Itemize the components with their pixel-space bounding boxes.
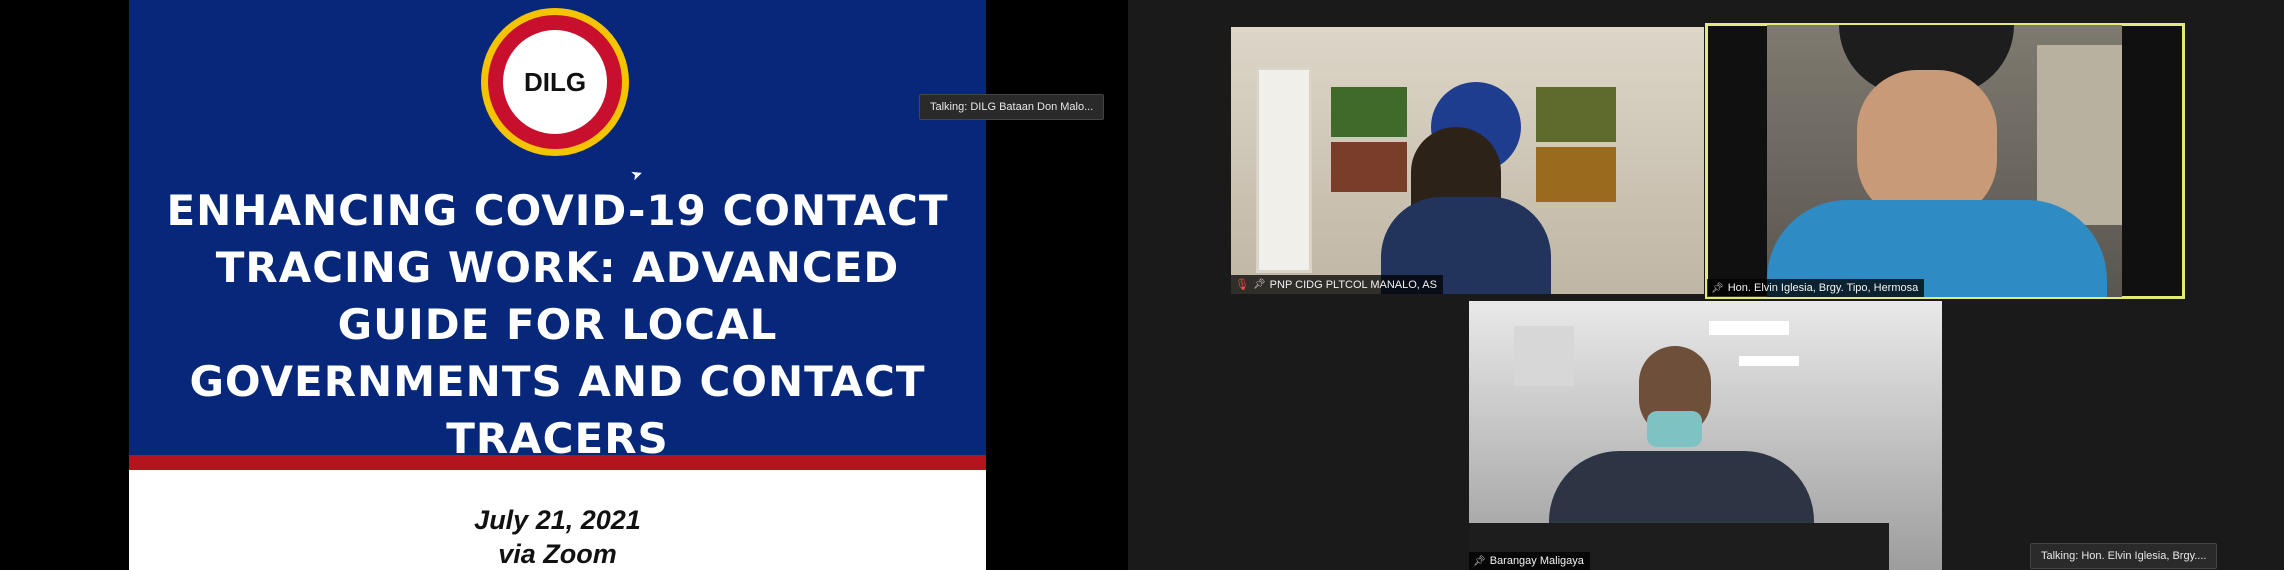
pin-icon: 📌︎ bbox=[1252, 279, 1266, 290]
window-backdrop bbox=[1256, 67, 1312, 273]
participant-name-tag: 📌︎ Barangay Maligaya bbox=[1469, 552, 1590, 570]
pin-icon: 📌︎ bbox=[1711, 282, 1724, 294]
participant-name-tag: 🎙︎ 📌︎ PNP CIDG PLTCOL MANALO, AS bbox=[1231, 275, 1443, 294]
face-mask bbox=[1647, 411, 1702, 447]
video-tile-barangay-maligaya[interactable]: 📌︎ Barangay Maligaya bbox=[1469, 301, 1942, 570]
participant-name: PNP CIDG PLTCOL MANALO, AS bbox=[1269, 278, 1437, 291]
shared-screen: DILG ENHANCING COVID-19 CONTACT TRACING … bbox=[0, 0, 1128, 570]
slide-date: July 21, 2021 bbox=[474, 505, 641, 535]
video-tile-pnp-cidg[interactable]: 🎙︎ 📌︎ PNP CIDG PLTCOL MANALO, AS bbox=[1231, 27, 1704, 294]
mic-muted-icon: 🎙︎ bbox=[1235, 279, 1249, 291]
slide-title: ENHANCING COVID-19 CONTACT TRACING WORK:… bbox=[166, 186, 949, 463]
pin-icon: 📌︎ bbox=[1473, 555, 1486, 567]
gallery-view: 🎙︎ 📌︎ PNP CIDG PLTCOL MANALO, AS 📌︎ Hon.… bbox=[1128, 0, 2284, 570]
presentation-slide: DILG ENHANCING COVID-19 CONTACT TRACING … bbox=[129, 0, 986, 570]
participant-face bbox=[1857, 70, 1997, 220]
painting-backdrop bbox=[1331, 87, 1407, 137]
participant-name: Barangay Maligaya bbox=[1489, 555, 1584, 567]
slide-venue: via Zoom bbox=[498, 539, 617, 569]
talking-indicator-share: Talking: DILG Bataan Don Malo... bbox=[919, 94, 1105, 120]
participant-name: Hon. Elvin Iglesia, Brgy. Tipo, Hermosa bbox=[1727, 282, 1919, 294]
dilg-seal-logo: DILG bbox=[481, 8, 629, 156]
participant-name-tag: 📌︎ Hon. Elvin Iglesia, Brgy. Tipo, Hermo… bbox=[1707, 279, 1925, 297]
aircon-unit bbox=[1514, 326, 1574, 386]
talking-indicator-gallery: Talking: Hon. Elvin Iglesia, Brgy.... bbox=[2030, 543, 2218, 569]
seal-logo-text: DILG bbox=[503, 30, 607, 134]
video-tile-elvin-iglesia[interactable]: 📌︎ Hon. Elvin Iglesia, Brgy. Tipo, Hermo… bbox=[1705, 23, 2185, 299]
